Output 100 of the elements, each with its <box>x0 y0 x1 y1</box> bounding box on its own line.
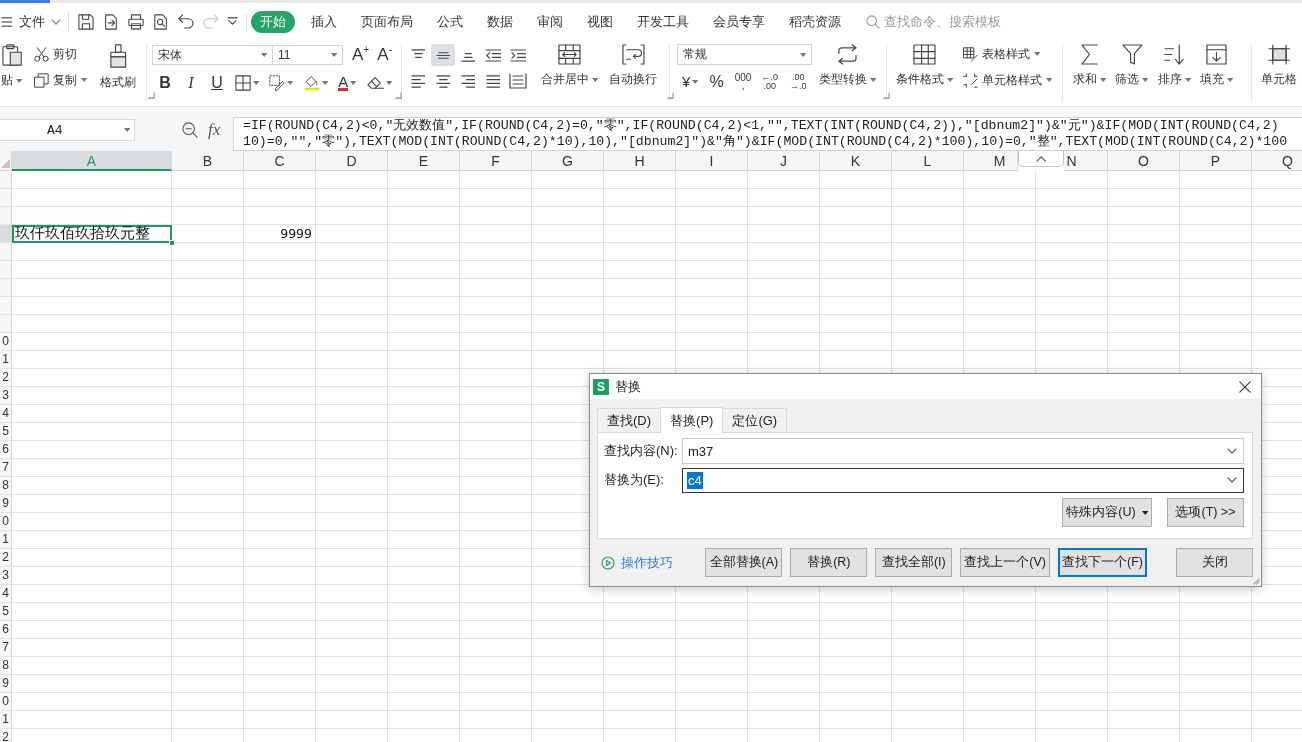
decimal-more-button[interactable]: ←.0 .00 <box>759 71 781 93</box>
dialog-button[interactable]: 查找上一个(V) <box>960 548 1051 577</box>
italic-button[interactable]: I <box>181 72 201 94</box>
column-header[interactable]: B <box>172 151 244 171</box>
row-header[interactable]: 8 <box>0 657 12 675</box>
combo-box[interactable]: c4 <box>682 467 1244 493</box>
wrap-button[interactable]: 自动换行 <box>608 44 659 88</box>
dialog-button[interactable]: 查找下一个(F) <box>1058 548 1147 577</box>
grow-font-button[interactable]: A$^{+}$ <box>350 44 375 66</box>
column-header[interactable]: M <box>964 151 1018 171</box>
row-header[interactable]: 5 <box>0 603 12 621</box>
row-header[interactable]: 1 <box>0 531 12 549</box>
ribbon-tab[interactable]: 插入 <box>299 10 350 33</box>
ribbon-tab[interactable]: 数据 <box>475 10 526 33</box>
borders-button[interactable] <box>233 72 262 94</box>
column-header[interactable]: K <box>820 151 892 171</box>
resize-grip-icon[interactable] <box>1253 578 1260 585</box>
dialog-button[interactable]: 全部替换(A) <box>705 548 783 577</box>
format-painter-button[interactable]: 格式刷 <box>98 44 137 91</box>
column-header[interactable]: O <box>1108 151 1180 171</box>
file-menu[interactable]: 文件 <box>0 12 63 31</box>
font-name-select[interactable]: 宋体 <box>152 45 273 65</box>
ribbon-tab[interactable]: 会员专享 <box>701 10 778 33</box>
ribbon-tab[interactable]: 公式 <box>425 10 476 33</box>
column-header[interactable]: C <box>244 151 316 171</box>
currency-button[interactable]: ¥ <box>680 71 701 93</box>
ribbon-tab[interactable]: 稻壳资源 <box>777 10 854 33</box>
bold-button[interactable]: B <box>155 72 175 94</box>
sort-button[interactable]: 排序 <box>1156 44 1193 88</box>
function-button[interactable]: fx <box>208 120 221 140</box>
row-header[interactable]: 3 <box>0 387 12 405</box>
row-header[interactable]: 5 <box>0 423 12 441</box>
fill-button[interactable]: 填充 <box>1199 44 1235 88</box>
column-header[interactable]: Q <box>1252 151 1302 171</box>
column-header[interactable]: J <box>748 151 820 171</box>
dialog-tab[interactable]: 查找(D) <box>597 408 662 432</box>
dialog-tab[interactable]: 替换(P) <box>660 407 724 433</box>
column-header[interactable]: N <box>1064 151 1108 171</box>
percent-button[interactable]: % <box>706 71 727 93</box>
row-header[interactable]: 6 <box>0 621 12 639</box>
fill-handle[interactable] <box>169 240 175 246</box>
cut-button[interactable]: 剪切 <box>34 44 88 64</box>
column-header[interactable]: I <box>676 151 748 171</box>
row-header[interactable]: 9 <box>0 495 12 513</box>
font-size-select[interactable]: 11 <box>273 45 343 65</box>
tips-link[interactable]: 操作技巧 <box>621 553 673 572</box>
font-color-button[interactable]: A <box>336 72 359 94</box>
chevron-bar-icon[interactable] <box>227 17 239 26</box>
copy-button[interactable]: 复制 <box>34 70 88 90</box>
close-button[interactable]: 关闭 <box>1176 548 1253 577</box>
row-header[interactable]: 0 <box>0 693 12 711</box>
ribbon-tab[interactable]: 页面布局 <box>349 10 426 33</box>
corner-bracket-icon[interactable] <box>883 92 891 99</box>
sum-button[interactable]: 求和 <box>1072 44 1108 88</box>
save-icon[interactable] <box>77 13 94 30</box>
dialog-button[interactable]: 查找全部(I) <box>875 548 953 577</box>
row-header[interactable]: 2 <box>0 369 12 387</box>
cell-style-button[interactable]: 单元格样式 <box>963 70 1053 90</box>
option-button[interactable]: 特殊内容(U) <box>1062 498 1152 527</box>
row-header[interactable]: 9 <box>0 675 12 693</box>
number-format-select[interactable]: 常规 <box>677 44 812 65</box>
column-header[interactable]: F <box>460 151 532 171</box>
row-header[interactable]: 1 <box>0 711 12 729</box>
column-header[interactable]: L <box>892 151 964 171</box>
align-middle-button[interactable] <box>431 44 455 66</box>
decimal-less-button[interactable]: .00 →.0 <box>786 71 809 93</box>
row-header[interactable]: 7 <box>0 459 12 477</box>
column-header[interactable]: D <box>316 151 388 171</box>
zoom-out-icon[interactable] <box>182 122 198 138</box>
corner-bracket-icon[interactable] <box>147 92 155 99</box>
cell-format-button[interactable] <box>267 72 296 94</box>
thousands-button[interactable]: 000 , <box>732 71 754 93</box>
document-magnifier-icon[interactable] <box>152 13 169 30</box>
dialog-button[interactable]: 替换(R) <box>790 548 868 577</box>
search-field[interactable]: 查找命令、搜索模板 <box>884 14 1055 29</box>
ribbon-tab[interactable]: 开发工具 <box>625 10 702 33</box>
filter-button[interactable]: 筛选 <box>1114 44 1150 88</box>
column-header[interactable]: H <box>604 151 676 171</box>
row-header[interactable]: 6 <box>0 441 12 459</box>
corner-bracket-icon[interactable] <box>667 92 675 99</box>
column-header[interactable]: P <box>1180 151 1252 171</box>
corner-bracket-icon[interactable] <box>394 92 402 99</box>
row-header[interactable]: 1 <box>0 351 12 369</box>
row-header[interactable]: 2 <box>0 549 12 567</box>
name-box[interactable]: A4 <box>0 119 135 141</box>
merge-button[interactable]: 合并居中 <box>540 44 600 88</box>
option-button[interactable]: 选项(T) >> <box>1167 498 1244 527</box>
column-header[interactable]: E <box>388 151 460 171</box>
table-style-button[interactable]: 表格样式 <box>963 44 1053 64</box>
paste-button[interactable]: 贴 <box>0 44 24 89</box>
ribbon-tab[interactable]: 审阅 <box>525 10 576 33</box>
row-header[interactable]: 8 <box>0 477 12 495</box>
underline-button[interactable]: U <box>207 72 227 94</box>
printer-icon[interactable] <box>127 13 144 30</box>
convert-button[interactable]: 类型转换 <box>818 44 878 88</box>
document-arrow-icon[interactable] <box>102 13 119 30</box>
ribbon-tab[interactable]: 视图 <box>575 10 626 33</box>
row-header[interactable]: 7 <box>0 639 12 657</box>
combo-box[interactable]: m37 <box>682 438 1244 464</box>
shrink-font-button[interactable]: A$^{-}$ <box>374 44 395 66</box>
